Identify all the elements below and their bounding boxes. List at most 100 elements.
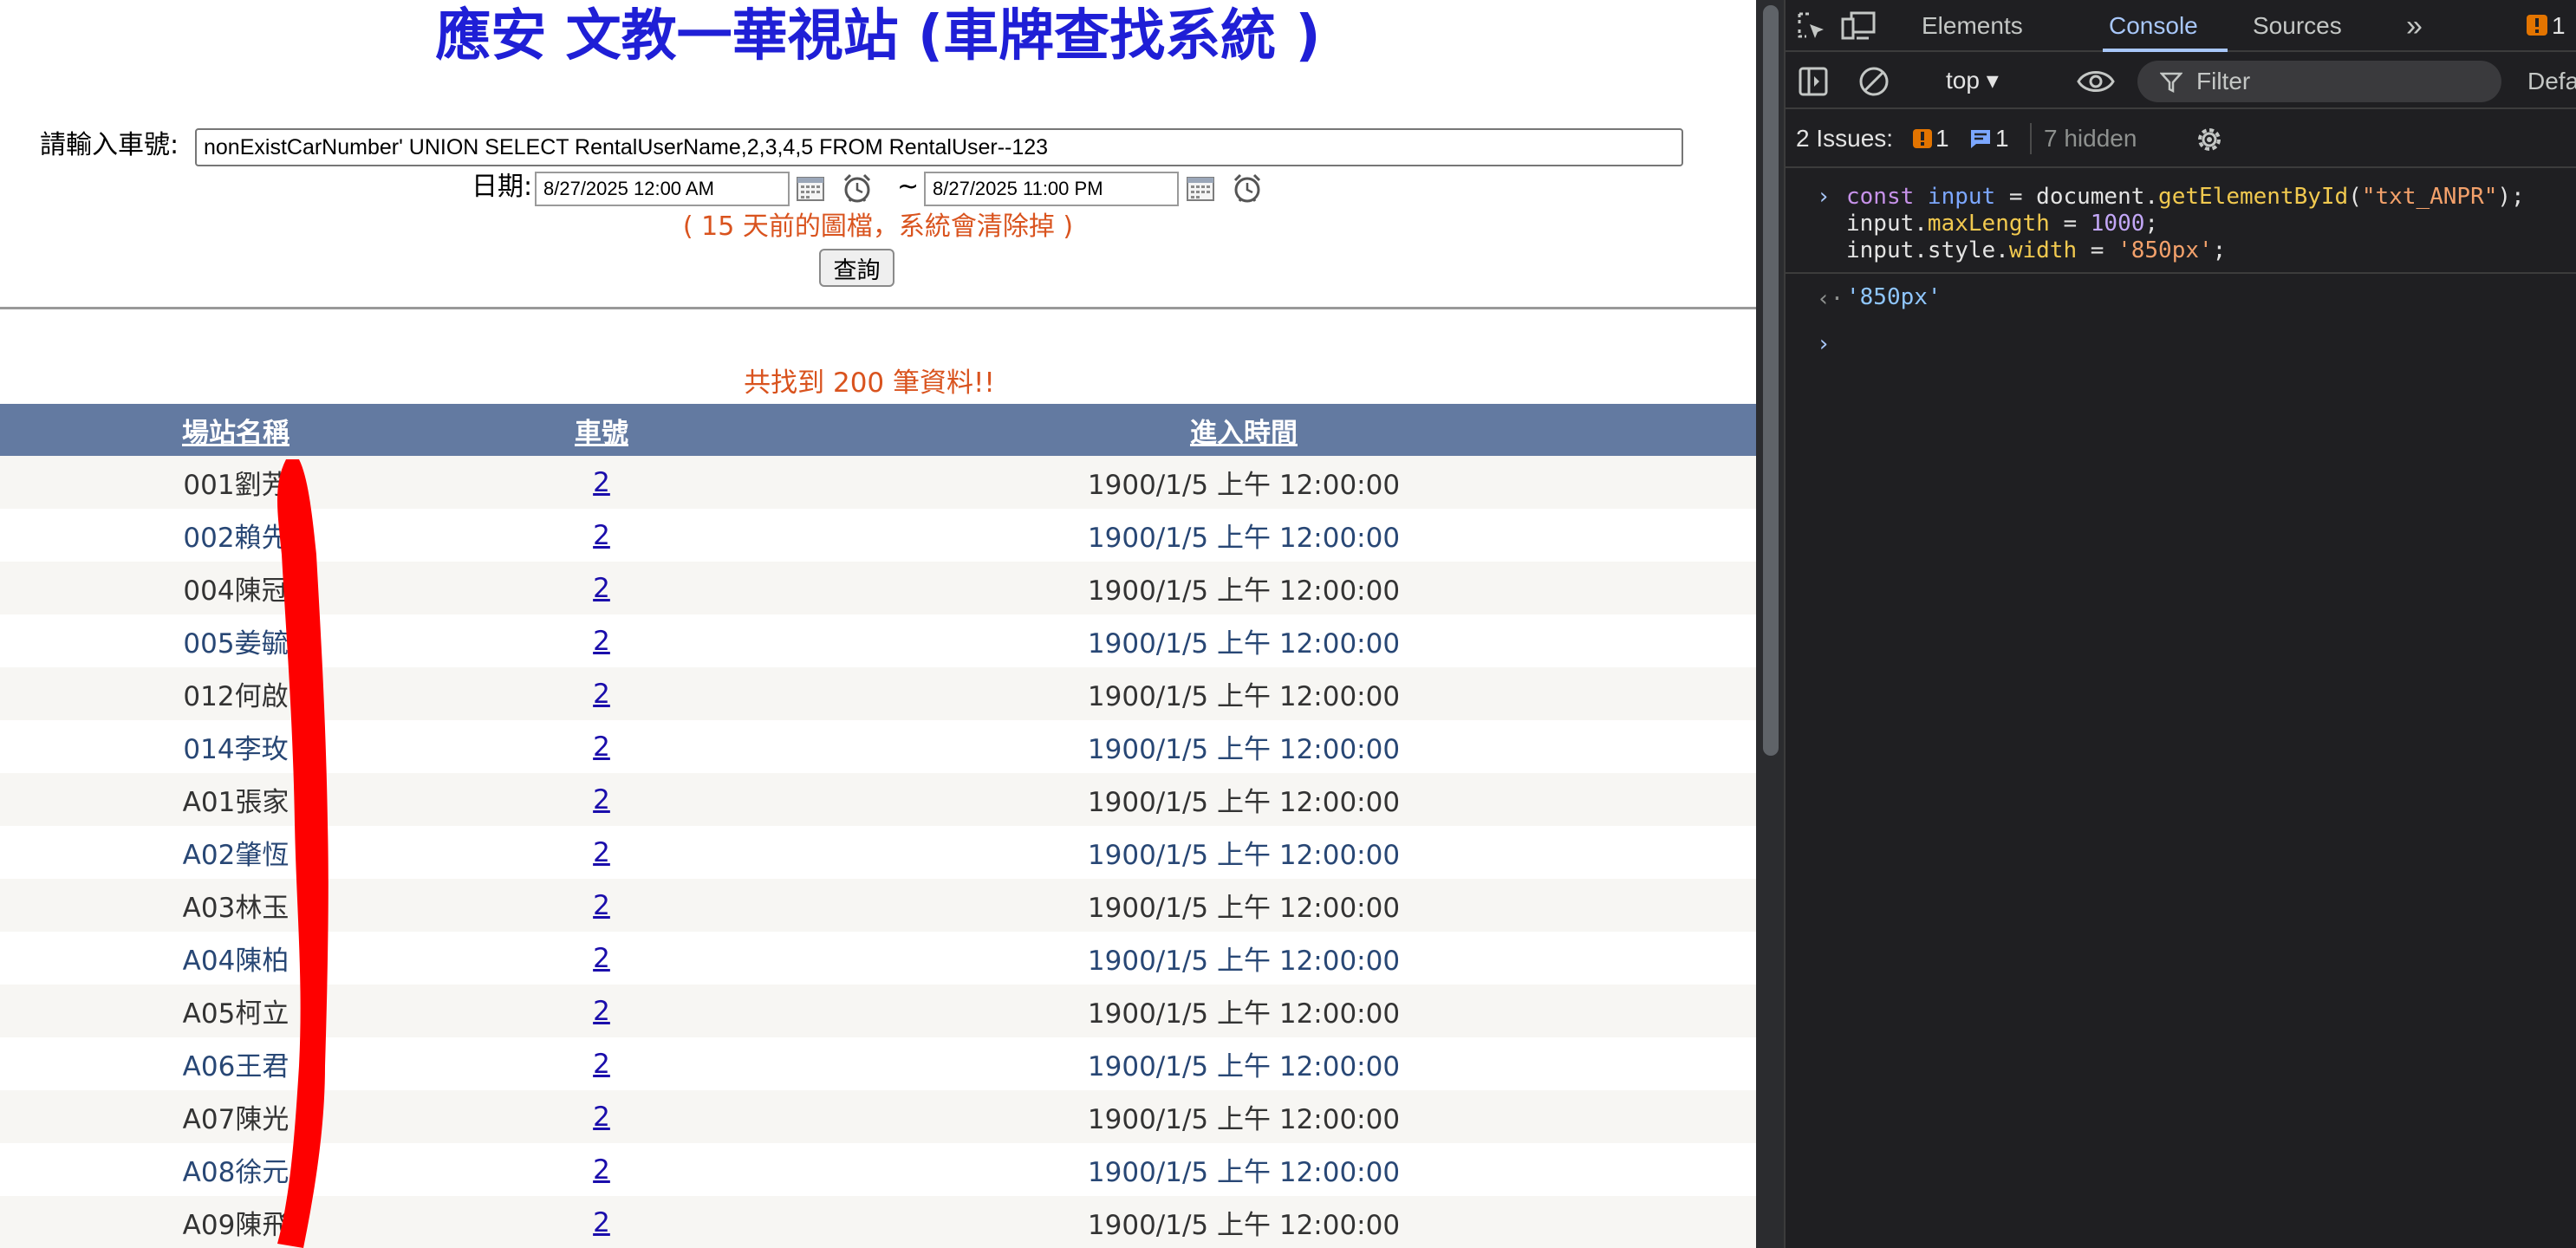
calendar-icon[interactable] bbox=[1186, 175, 1215, 203]
station-name-cell: 012何啟 bbox=[0, 667, 472, 720]
tab-console[interactable]: Console bbox=[2109, 0, 2198, 52]
result-count: 共找到 200 筆資料!! bbox=[744, 367, 995, 399]
plate-link[interactable]: 2 bbox=[593, 1102, 610, 1133]
code-token: = bbox=[2049, 211, 2091, 237]
console-result-value[interactable]: '850px' bbox=[1846, 284, 1942, 311]
plate-cell: 2 bbox=[472, 720, 732, 773]
plate-cell: 2 bbox=[472, 509, 732, 562]
plate-link[interactable]: 2 bbox=[593, 573, 610, 604]
inspect-element-icon[interactable] bbox=[1796, 10, 1827, 42]
plate-cell: 2 bbox=[472, 985, 732, 1037]
alarm-clock-icon[interactable] bbox=[842, 172, 873, 205]
tab-sources[interactable]: Sources bbox=[2253, 0, 2342, 52]
retention-notice: ( 15 天前的圖檔，系統會清除掉 ) bbox=[682, 211, 1074, 242]
end-date-input[interactable] bbox=[924, 172, 1179, 206]
start-date-input[interactable] bbox=[535, 172, 790, 206]
active-tab-indicator bbox=[2103, 49, 2228, 52]
alarm-clock-icon[interactable] bbox=[1232, 172, 1263, 205]
warning-count[interactable]: 1 bbox=[2552, 0, 2566, 52]
devtools-panel: Elements Console Sources » 1 top ▾ Filte… bbox=[1756, 0, 2576, 1248]
plate-link[interactable]: 2 bbox=[593, 679, 610, 710]
code-token: const bbox=[1846, 184, 1928, 210]
code-token: width bbox=[2008, 237, 2078, 263]
red-redaction-mark bbox=[277, 459, 329, 1248]
page-scrollbar[interactable] bbox=[1756, 0, 1786, 1248]
query-button[interactable]: 查詢 bbox=[819, 249, 894, 287]
more-tabs-button[interactable]: » bbox=[2406, 0, 2423, 52]
station-name-cell: A09陳飛 bbox=[0, 1196, 472, 1248]
code-token: input. bbox=[1846, 211, 1928, 237]
station-name-cell: A02肇恆 bbox=[0, 826, 472, 879]
info-message-icon[interactable] bbox=[1969, 128, 1992, 149]
plate-link[interactable]: 2 bbox=[593, 837, 610, 868]
plate-link[interactable]: 2 bbox=[593, 784, 610, 816]
station-name-cell: A05柯立 bbox=[0, 985, 472, 1037]
plate-link[interactable]: 2 bbox=[593, 520, 610, 551]
entry-time-cell: 1900/1/5 上午 12:00:00 bbox=[732, 1196, 1756, 1248]
sidebar-toggle-icon[interactable] bbox=[1798, 66, 1829, 97]
code-token: ; bbox=[2144, 211, 2159, 237]
calendar-icon[interactable] bbox=[796, 175, 825, 203]
code-token: ( bbox=[2348, 184, 2362, 210]
code-token: ; bbox=[2212, 237, 2227, 263]
entry-time-cell: 1900/1/5 上午 12:00:00 bbox=[732, 509, 1756, 562]
station-name-cell: A06王君 bbox=[0, 1037, 472, 1090]
plate-link[interactable]: 2 bbox=[593, 1207, 610, 1238]
separator bbox=[2030, 123, 2032, 154]
clear-console-icon[interactable] bbox=[1858, 66, 1890, 97]
console-command-entry: › const input = document.getElementById(… bbox=[1786, 184, 2576, 274]
code-token: maxLength bbox=[1927, 211, 2050, 237]
plate-cell: 2 bbox=[472, 879, 732, 932]
code-token: "txt_ANPR" bbox=[2361, 184, 2498, 210]
plate-link[interactable]: 2 bbox=[593, 996, 610, 1027]
plate-link[interactable]: 2 bbox=[593, 943, 610, 974]
devtools-main: Elements Console Sources » 1 top ▾ Filte… bbox=[1786, 0, 2576, 1248]
issues-bar: 2 Issues: 1 1 7 hidden bbox=[1786, 111, 2576, 168]
settings-gear-icon[interactable] bbox=[2193, 123, 2226, 156]
expand-chevron-icon[interactable]: › bbox=[1817, 184, 1831, 210]
entry-time-cell: 1900/1/5 上午 12:00:00 bbox=[732, 562, 1756, 614]
header-entry-time[interactable]: 進入時間 bbox=[732, 404, 1756, 456]
warning-icon[interactable] bbox=[1912, 128, 1933, 149]
station-name-cell: A07陳光 bbox=[0, 1090, 472, 1143]
console-prompt[interactable]: › bbox=[1817, 331, 1831, 357]
code-line: const input = document.getElementById("t… bbox=[1846, 184, 2525, 211]
plate-link[interactable]: 2 bbox=[593, 731, 610, 763]
divider bbox=[0, 307, 1756, 309]
tab-elements[interactable]: Elements bbox=[1922, 0, 2023, 52]
live-expression-eye-icon[interactable] bbox=[2077, 68, 2115, 95]
plate-link[interactable]: 2 bbox=[593, 1049, 610, 1080]
code-token: 1000 bbox=[2090, 211, 2145, 237]
web-page: 應安 文教一華視站 (車牌查找系統 ) 請輸入車號: 日期: ~ ( bbox=[0, 0, 1756, 1248]
header-station-name[interactable]: 場站名稱 bbox=[0, 404, 472, 456]
station-name-cell: 005姜毓 bbox=[0, 614, 472, 667]
plate-number-input[interactable] bbox=[195, 128, 1683, 166]
scrollbar-thumb[interactable] bbox=[1763, 5, 1779, 756]
issue-info-count: 1 bbox=[1995, 125, 2009, 152]
warning-icon[interactable] bbox=[2526, 14, 2548, 36]
plate-cell: 2 bbox=[472, 456, 732, 509]
plate-link[interactable]: 2 bbox=[593, 467, 610, 498]
issues-label[interactable]: 2 Issues: bbox=[1796, 125, 1893, 153]
plate-link[interactable]: 2 bbox=[593, 890, 610, 921]
code-token: = bbox=[2077, 237, 2118, 263]
plate-cell: 2 bbox=[472, 562, 732, 614]
date-label: 日期: bbox=[472, 172, 533, 202]
context-selector[interactable]: top ▾ bbox=[1946, 66, 1999, 94]
station-name-cell: 002賴先 bbox=[0, 509, 472, 562]
table-header-row: 場站名稱 車號 進入時間 bbox=[0, 404, 1756, 456]
header-plate-number: 車號 bbox=[472, 404, 732, 456]
station-name-cell: 004陳冠 bbox=[0, 562, 472, 614]
plate-link[interactable]: 2 bbox=[593, 626, 610, 657]
plate-label: 請輸入車號: bbox=[40, 130, 179, 160]
entry-time-cell: 1900/1/5 上午 12:00:00 bbox=[732, 1143, 1756, 1196]
code-line: input.style.width = '850px'; bbox=[1846, 237, 2226, 264]
log-levels-dropdown[interactable]: Default levels bbox=[2527, 68, 2576, 95]
device-toolbar-icon[interactable] bbox=[1841, 10, 1876, 42]
hidden-count[interactable]: 7 hidden bbox=[2044, 125, 2137, 153]
entry-time-cell: 1900/1/5 上午 12:00:00 bbox=[732, 456, 1756, 509]
plate-cell: 2 bbox=[472, 773, 732, 826]
plate-link[interactable]: 2 bbox=[593, 1154, 610, 1186]
console-toolbar: top ▾ Filter Default levels bbox=[1786, 54, 2576, 109]
console-filter-input[interactable]: Filter bbox=[2137, 61, 2501, 102]
